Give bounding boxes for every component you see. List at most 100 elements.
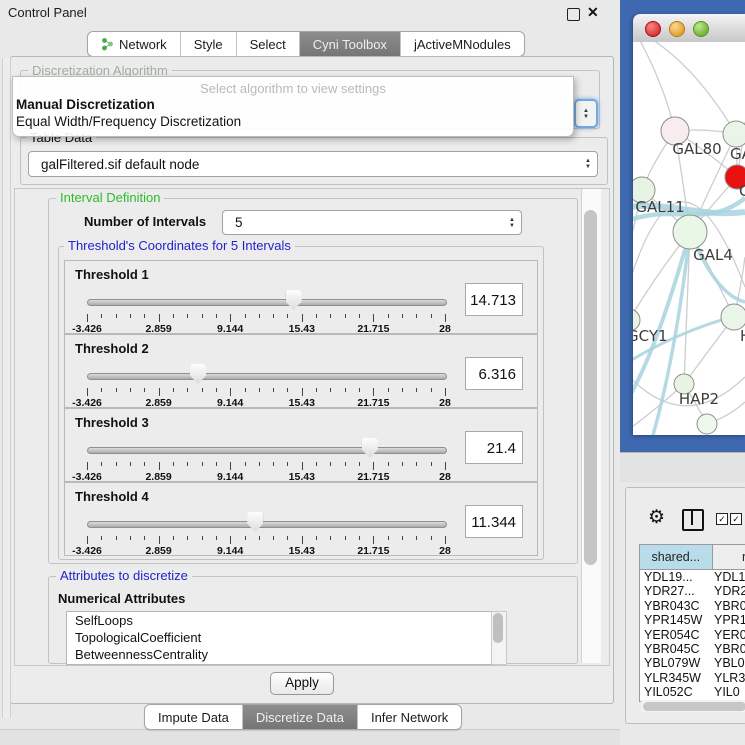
threshold-slider[interactable]: -3.4262.8599.14415.4321.71528 [87, 289, 445, 331]
table-row[interactable]: YER054CYER0 [640, 628, 745, 642]
network-node[interactable] [697, 414, 717, 434]
tick-mark [259, 536, 260, 540]
table-row[interactable]: YBL079WYBL0 [640, 656, 745, 670]
attributes-list-scrollbar-thumb[interactable] [493, 613, 503, 643]
cell-shared-name: YPR145W [640, 613, 714, 627]
number-of-intervals-combobox[interactable]: 5 ▲▼ [222, 210, 522, 235]
float-window-icon[interactable] [567, 8, 580, 21]
node-label-gal11: GAL11 [635, 198, 684, 216]
slider-thumb[interactable] [247, 512, 263, 532]
network-window-titlebar[interactable] [633, 14, 745, 43]
slider-track[interactable] [87, 299, 447, 306]
split-columns-icon[interactable] [682, 509, 704, 531]
table-header-row: shared...n [640, 545, 745, 570]
minimize-traffic-light-icon[interactable] [669, 21, 685, 37]
slider-track[interactable] [87, 447, 447, 454]
network-node[interactable] [673, 215, 707, 249]
splitter-gutter[interactable] [2, 58, 11, 718]
attribute-item-betweennesscentrality[interactable]: BetweennessCentrality [67, 646, 491, 663]
threshold-value-field[interactable]: 14.713 [465, 283, 523, 316]
table-row[interactable]: YDL19...YDL1 [640, 570, 745, 584]
threshold-value-field[interactable]: 11.344 [465, 505, 523, 538]
slider-thumb[interactable] [286, 290, 302, 310]
gear-icon[interactable]: ⚙ [648, 508, 665, 527]
zoom-traffic-light-icon[interactable] [693, 21, 709, 37]
threshold-slider[interactable]: -3.4262.8599.14415.4321.71528 [87, 363, 445, 405]
numerical-attributes-list[interactable]: SelfLoopsTopologicalCoefficientBetweenne… [66, 611, 492, 665]
close-traffic-light-icon[interactable] [645, 21, 661, 37]
table-row[interactable]: YPR145WYPR1 [640, 613, 745, 627]
threshold-slider[interactable]: -3.4262.8599.14415.4321.71528 [87, 511, 445, 553]
tick-mark [330, 462, 331, 466]
horizontal-scrollbar[interactable] [641, 700, 745, 712]
tick-mark [287, 462, 288, 466]
tab-style[interactable]: Style [180, 32, 236, 56]
tab-label: Cyni Toolbox [313, 37, 387, 52]
horizontal-scrollbar-thumb[interactable] [643, 702, 745, 711]
algorithm-option-manual-discretization[interactable]: Manual Discretization [13, 96, 573, 113]
tick-mark [402, 536, 403, 540]
tick-mark [101, 314, 102, 318]
close-icon[interactable]: ✕ [587, 4, 599, 21]
tab-cyni-toolbox[interactable]: Cyni Toolbox [299, 32, 400, 56]
tick-mark [144, 314, 145, 318]
vertical-scrollbar-thumb[interactable] [584, 210, 597, 565]
slider-thumb[interactable] [362, 438, 378, 458]
tick-mark [402, 462, 403, 466]
combobox-stepper-icon: ▲▼ [579, 158, 597, 170]
tab-label: Select [250, 37, 286, 52]
threshold-slider[interactable]: -3.4262.8599.14415.4321.71528 [87, 437, 445, 479]
tick-mark [187, 388, 188, 392]
tab-impute-data[interactable]: Impute Data [145, 705, 242, 729]
slider-tick-labels: -3.4262.8599.14415.4321.71528 [87, 397, 445, 408]
checkbox-icon[interactable]: ✓ [716, 513, 728, 525]
network-edge[interactable] [643, 42, 736, 134]
tick-mark [187, 536, 188, 540]
algorithm-option-equal-width-frequency-discretization[interactable]: Equal Width/Frequency Discretization [13, 113, 573, 130]
network-graph[interactable]: GAL80GACGAL11GAL4GCY1HHAP2 [633, 42, 745, 435]
tick-mark [373, 536, 374, 544]
slider-track[interactable] [87, 521, 447, 528]
slider-track[interactable] [87, 373, 447, 380]
slider-thumb[interactable] [190, 364, 206, 384]
column-header-name[interactable]: n [713, 545, 745, 569]
table-row[interactable]: YLR345WYLR3 [640, 671, 745, 685]
tab-infer-network[interactable]: Infer Network [357, 705, 461, 729]
tick-mark [302, 388, 303, 396]
tab-label: Infer Network [371, 710, 448, 725]
network-node[interactable] [723, 121, 745, 147]
attribute-item-topologicalcoefficient[interactable]: TopologicalCoefficient [67, 629, 491, 646]
node-label-hap2: HAP2 [679, 390, 719, 408]
tick-mark [359, 536, 360, 540]
tab-discretize-data[interactable]: Discretize Data [242, 705, 357, 729]
checkbox-icon[interactable]: ✓ [730, 513, 742, 525]
tick-mark [388, 314, 389, 318]
network-canvas[interactable]: GAL80GACGAL11GAL4GCY1HHAP2 [633, 42, 745, 435]
apply-button[interactable]: Apply [270, 672, 334, 695]
algorithm-combobox-stepper[interactable]: ▲ ▼ [574, 99, 598, 128]
threshold-row-3: Threshold 3 -3.4262.8599.14415.4321.71528… [64, 408, 538, 482]
threshold-label: Threshold 1 [75, 267, 149, 282]
table-data-combobox[interactable]: galFiltered.sif default node ▲▼ [28, 151, 598, 177]
cell-name: YDL1 [714, 570, 745, 584]
cell-name: YBR0 [714, 642, 745, 656]
tick-mark [416, 536, 417, 540]
tab-select[interactable]: Select [236, 32, 299, 56]
threshold-value-field[interactable]: 21.4 [465, 431, 523, 464]
table-row[interactable]: YDR27...YDR2 [640, 584, 745, 598]
attribute-item-selfloops[interactable]: SelfLoops [67, 612, 491, 629]
tick-mark [144, 462, 145, 466]
table-row[interactable]: YBR045CYBR0 [640, 642, 745, 656]
threshold-value-field[interactable]: 6.316 [465, 357, 523, 390]
interval-definition-title: Interval Definition [56, 191, 164, 204]
algorithm-options: Manual DiscretizationEqual Width/Frequen… [13, 96, 573, 130]
tick-mark [402, 388, 403, 392]
tick-mark [202, 314, 203, 318]
table-row[interactable]: YBR043CYBR0 [640, 599, 745, 613]
tick-mark [230, 314, 231, 322]
tab-jactivemnodules[interactable]: jActiveMNodules [400, 32, 524, 56]
tab-network[interactable]: Network [88, 32, 180, 56]
threshold-label: Threshold 3 [75, 415, 149, 430]
column-header-shared-name[interactable]: shared... [640, 545, 713, 569]
table-row[interactable]: YIL052CYIL0 [640, 685, 745, 699]
